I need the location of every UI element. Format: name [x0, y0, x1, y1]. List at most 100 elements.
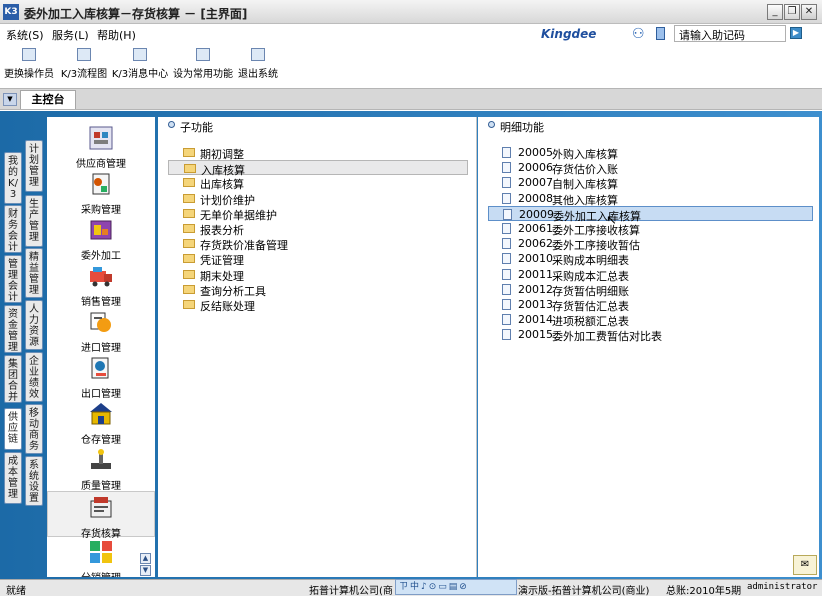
- detail-item[interactable]: 20062 委外工序接收暂估: [488, 236, 813, 252]
- flowchart-icon: [77, 48, 91, 61]
- vtab-human-resources[interactable]: 人力资源: [25, 300, 43, 350]
- module-distribution[interactable]: 分销管理: [47, 539, 155, 577]
- quality-management-icon: [88, 447, 114, 473]
- help-search-input[interactable]: 请输入助记码: [674, 25, 786, 42]
- detail-item[interactable]: 20012 存货暂估明细账: [488, 282, 813, 298]
- detail-code: 20010: [518, 252, 553, 266]
- subfunction-item[interactable]: 无单价单据维护: [168, 206, 468, 222]
- person-icon[interactable]: ⚇: [632, 26, 645, 42]
- subfunction-item[interactable]: 入库核算: [168, 160, 468, 177]
- detail-item[interactable]: 20015 委外加工费暂估对比表: [488, 327, 813, 343]
- mouse-cursor-icon: ↖: [606, 213, 617, 228]
- subfunction-item[interactable]: 期初调整: [168, 145, 468, 161]
- module-label: 供应商管理: [76, 159, 126, 170]
- module-purchase[interactable]: 采购管理: [47, 171, 155, 216]
- module-outsourcing[interactable]: 委外加工: [47, 217, 155, 262]
- module-inventory-accounting[interactable]: 存货核算: [47, 491, 155, 540]
- vtab-system-settings[interactable]: 系统设置: [25, 456, 43, 506]
- close-button[interactable]: ✕: [801, 4, 817, 20]
- detail-item[interactable]: 20010 采购成本明细表: [488, 251, 813, 267]
- folder-icon: [183, 239, 195, 249]
- exit-button[interactable]: 退出系统: [237, 48, 279, 80]
- vtab-my-k3[interactable]: 我的K/3: [4, 152, 22, 204]
- restore-button[interactable]: ❐: [784, 4, 800, 20]
- message-center-icon: [133, 48, 147, 61]
- scroll-down-icon[interactable]: ▼: [140, 565, 151, 576]
- flowchart-label: K/3流程图: [60, 69, 108, 80]
- menu-service[interactable]: 服务(L): [52, 27, 89, 43]
- module-label: 委外加工: [81, 251, 121, 262]
- vtab-cost-management[interactable]: 成本管理: [4, 452, 22, 504]
- detail-item[interactable]: 20013 存货暂估汇总表: [488, 297, 813, 313]
- switch-user-label: 更换操作员: [4, 69, 54, 80]
- folder-icon: [183, 269, 195, 279]
- module-label: 存货核算: [81, 529, 121, 540]
- document-icon: [502, 192, 511, 204]
- minimize-button[interactable]: _: [767, 4, 783, 20]
- module-import[interactable]: 进口管理: [47, 309, 155, 354]
- module-warehouse[interactable]: 仓存管理: [47, 401, 155, 446]
- subfunction-item[interactable]: 存货跌价准备管理: [168, 236, 468, 252]
- vtab-management-accounting[interactable]: 管理会计: [4, 255, 22, 303]
- tab-main-console[interactable]: 主控台: [20, 90, 76, 109]
- detail-item[interactable]: 20007 自制入库核算: [488, 175, 813, 191]
- subfunction-item[interactable]: 计划价维护: [168, 191, 468, 207]
- detail-item[interactable]: 20006 存货估价入账: [488, 160, 813, 176]
- vtab-group-consolidation[interactable]: 集团合并: [4, 355, 22, 403]
- switch-user-icon: [22, 48, 36, 61]
- vtab-fund-management[interactable]: 资金管理: [4, 305, 22, 353]
- detail-item[interactable]: 20011 采购成本汇总表: [488, 267, 813, 283]
- menu-help[interactable]: 帮助(H): [97, 27, 136, 43]
- detail-code: 20008: [518, 191, 553, 205]
- detail-item[interactable]: 20009 委外加工入库核算: [488, 205, 813, 223]
- ime-toolbar[interactable]: ㄗ中♪⊙▭▤⊘: [395, 579, 517, 595]
- subfunction-item[interactable]: 凭证管理: [168, 251, 468, 267]
- envelope-icon[interactable]: ✉: [793, 555, 817, 575]
- chevron-down-icon[interactable]: ▼: [3, 93, 17, 106]
- module-supplier[interactable]: 供应商管理: [47, 125, 155, 170]
- vtab-financial-accounting[interactable]: 财务会计: [4, 205, 22, 253]
- module-sales[interactable]: 销售管理: [47, 263, 155, 308]
- phone-icon[interactable]: [656, 27, 665, 40]
- go-button[interactable]: ▶: [790, 27, 802, 39]
- scroll-up-icon[interactable]: ▲: [140, 553, 151, 564]
- window-title: 委外加工入库核算－存货核算 － [主界面]: [24, 7, 248, 21]
- export-management-icon: [88, 355, 114, 381]
- subfunction-label: 反结账处理: [200, 300, 255, 313]
- detail-header: 明细功能: [478, 117, 819, 135]
- subfunction-item[interactable]: 期末处理: [168, 267, 468, 283]
- detail-item[interactable]: 20005 外购入库核算: [488, 145, 813, 161]
- vtab-lean[interactable]: 精益管理: [25, 248, 43, 298]
- flowchart-button[interactable]: K/3流程图: [60, 48, 108, 80]
- detail-panel: 明细功能 20005 外购入库核算 20006 存货估价入账 20007 自制入库核算 20…: [478, 117, 819, 577]
- detail-item[interactable]: 20014 进项税额汇总表: [488, 312, 813, 328]
- detail-item[interactable]: 20008 其他入库核算: [488, 191, 813, 207]
- status-user: administrator: [747, 582, 818, 592]
- subfunction-item[interactable]: 反结账处理: [168, 297, 468, 313]
- module-label: 销售管理: [81, 297, 121, 308]
- menu-system[interactable]: 系统(S): [6, 27, 44, 43]
- module-label: 质量管理: [81, 481, 121, 492]
- tab-strip: ▼ 主控台: [0, 88, 822, 110]
- inventory-accounting-icon: [88, 495, 114, 521]
- switch-user-button[interactable]: 更换操作员: [4, 48, 54, 80]
- bullet-icon: [168, 121, 175, 128]
- detail-item[interactable]: 20061 委外工序接收核算: [488, 221, 813, 237]
- status-company: 拓普计算机公司(商: [309, 586, 393, 596]
- document-icon: [502, 268, 511, 280]
- document-icon: [502, 238, 511, 250]
- vtab-performance[interactable]: 企业绩效: [25, 352, 43, 402]
- app-icon: K3: [3, 4, 19, 20]
- message-center-button[interactable]: K/3消息中心: [110, 48, 170, 80]
- vtab-mobile-commerce[interactable]: 移动商务: [25, 404, 43, 454]
- subfunction-item[interactable]: 出库核算: [168, 175, 468, 191]
- vtab-planning[interactable]: 计划管理: [25, 140, 43, 192]
- exit-label: 退出系统: [238, 69, 278, 80]
- vtab-production[interactable]: 生产管理: [25, 195, 43, 247]
- vtab-supply-chain[interactable]: 供应链: [4, 408, 22, 450]
- module-quality[interactable]: 质量管理: [47, 447, 155, 492]
- subfunction-item[interactable]: 报表分析: [168, 221, 468, 237]
- favorite-button[interactable]: 设为常用功能: [173, 48, 233, 80]
- module-export[interactable]: 出口管理: [47, 355, 155, 400]
- subfunction-item[interactable]: 查询分析工具: [168, 282, 468, 298]
